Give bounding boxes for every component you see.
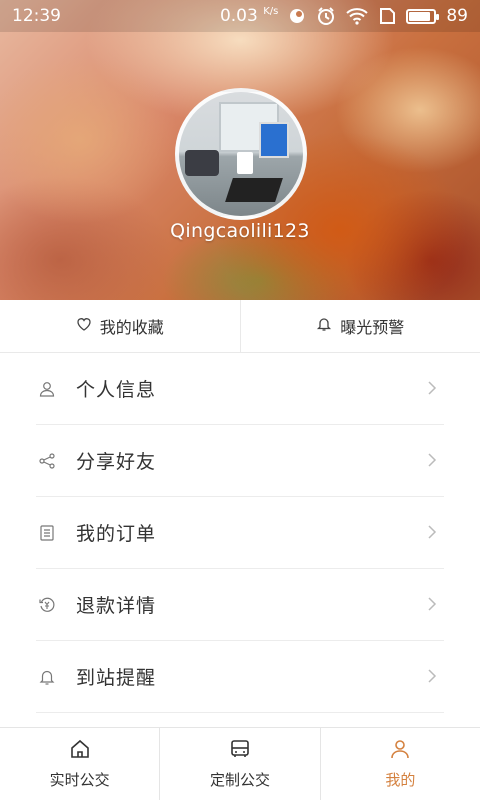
refund-icon <box>36 594 58 616</box>
nav-label: 实时公交 <box>49 771 110 789</box>
share-icon <box>36 450 58 472</box>
menu-list: 个人信息 分享好友 我的订单 退款详情 到站提醒 <box>36 353 444 713</box>
order-icon <box>36 522 58 544</box>
menu-item-arrival-reminder[interactable]: 到站提醒 <box>36 641 444 713</box>
screen: 12:39 0.03 K/s 89 Qingcaolili123 我的收藏 曝光… <box>0 0 480 800</box>
battery-fill <box>409 11 431 21</box>
chevron-right-icon <box>428 669 437 683</box>
favorites-button[interactable]: 我的收藏 <box>0 300 240 352</box>
battery-icon <box>406 8 440 24</box>
status-time: 12:39 <box>12 6 61 26</box>
chevron-right-icon <box>428 525 437 539</box>
person-icon <box>389 738 411 764</box>
menu-label: 个人信息 <box>76 379 157 401</box>
status-bar: 12:39 0.03 K/s 89 <box>0 0 480 32</box>
favorites-label: 我的收藏 <box>99 318 164 337</box>
menu-label: 我的订单 <box>76 523 157 545</box>
network-speed: 0.03 K/s <box>219 6 279 26</box>
nav-custom-bus[interactable]: 定制公交 <box>159 728 319 800</box>
profile-header-background: 12:39 0.03 K/s 89 Qingcaolili123 <box>0 0 480 300</box>
bell-icon <box>36 666 58 688</box>
nav-mine[interactable]: 我的 <box>319 728 480 800</box>
nav-realtime-bus[interactable]: 实时公交 <box>0 728 159 800</box>
notification-icon <box>288 7 306 25</box>
quick-actions-bar: 我的收藏 曝光预警 <box>0 300 480 353</box>
wifi-icon <box>346 7 369 25</box>
avatar[interactable] <box>175 88 307 220</box>
chevron-right-icon <box>428 381 437 395</box>
bottom-navigation: 实时公交 定制公交 我的 <box>0 727 480 800</box>
sim-icon <box>378 8 396 24</box>
menu-item-share-friends[interactable]: 分享好友 <box>36 425 444 497</box>
bell-icon <box>316 316 332 336</box>
nav-label: 我的 <box>385 771 416 789</box>
menu-label: 退款详情 <box>76 595 157 617</box>
menu-item-personal-info[interactable]: 个人信息 <box>36 353 444 425</box>
menu-label: 分享好友 <box>76 451 157 473</box>
user-icon <box>36 378 58 400</box>
nav-label: 定制公交 <box>209 771 270 789</box>
menu-item-refund-details[interactable]: 退款详情 <box>36 569 444 641</box>
menu-item-my-orders[interactable]: 我的订单 <box>36 497 444 569</box>
exposure-alert-button[interactable]: 曝光预警 <box>239 300 480 352</box>
home-icon <box>69 738 91 764</box>
battery-percent: 89 <box>446 6 468 26</box>
status-right: 0.03 K/s 89 <box>220 6 468 26</box>
chevron-right-icon <box>428 453 437 467</box>
exposure-alert-label: 曝光预警 <box>340 318 405 337</box>
bus-icon <box>229 738 251 764</box>
heart-icon <box>76 316 92 336</box>
chevron-right-icon <box>428 597 437 611</box>
alarm-icon <box>316 6 336 26</box>
username: Qingcaolili123 <box>170 220 310 242</box>
menu-label: 到站提醒 <box>76 667 157 689</box>
